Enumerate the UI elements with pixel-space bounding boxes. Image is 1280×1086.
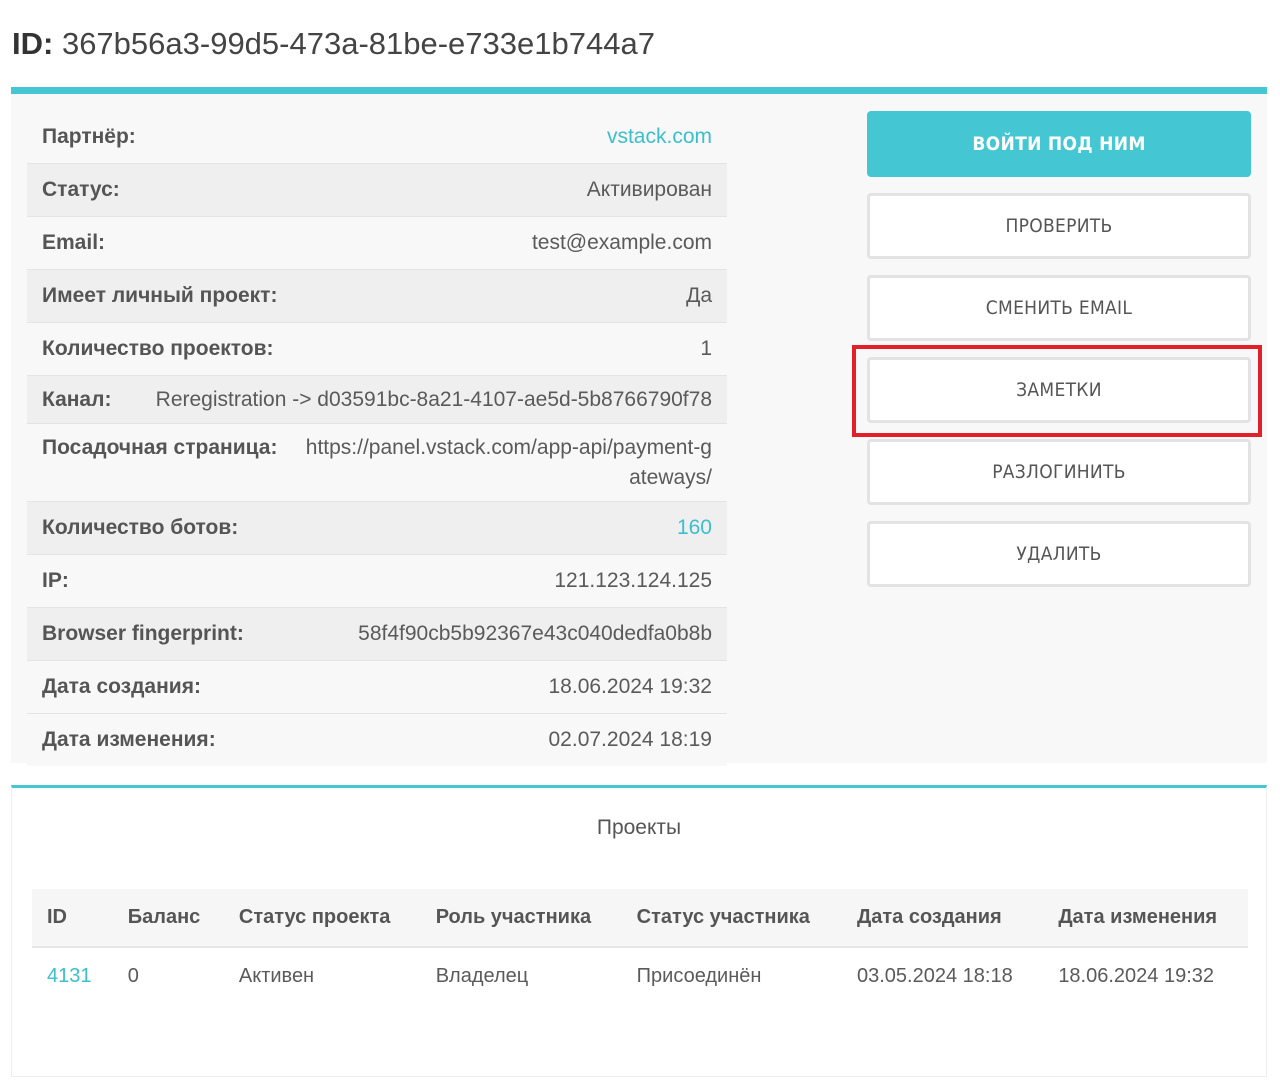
partner-link[interactable]: vstack.com	[607, 122, 712, 152]
row-label: IP:	[42, 569, 69, 592]
row-value: test@example.com	[531, 231, 712, 254]
table-cell: Присоединён	[636, 965, 762, 987]
column-header-member-status: Статус участника	[621, 889, 842, 948]
projects-table: ID Баланс Статус проекта Роль участника …	[32, 889, 1248, 1005]
column-header-id: ID	[32, 889, 113, 948]
info-row-ip: IP: 121.123.124.125	[27, 555, 727, 608]
info-row-personal-project: Имеет личный проект: Да	[27, 270, 727, 323]
table-header-row: ID Баланс Статус проекта Роль участника …	[32, 889, 1248, 948]
row-label: Email:	[42, 231, 106, 254]
info-row-email: Email: test@example.com	[27, 217, 727, 270]
info-row-partner: Партнёр: vstack.com	[27, 111, 727, 164]
projects-panel: Проекты ID Баланс Статус проекта Роль уч…	[11, 785, 1267, 1077]
row-value: Активирован	[586, 178, 712, 201]
column-header-member-role: Роль участника	[420, 889, 622, 948]
row-label: Посадочная страница:	[42, 436, 278, 459]
row-value: https://panel.vstack.com/app-api/payment…	[305, 436, 712, 489]
row-value: 1	[700, 337, 712, 360]
info-row-created: Дата создания: 18.06.2024 19:32	[27, 661, 727, 714]
info-row-channel: Канал: Reregistration -> d03591bc-8a21-4…	[27, 376, 727, 424]
row-value: 18.06.2024 19:32	[548, 675, 713, 698]
row-label: Имеет личный проект:	[42, 284, 278, 307]
table-row: 4131 0 Активен Владелец Присоединён 03.0…	[32, 947, 1248, 1005]
info-row-status: Статус: Активирован	[27, 164, 727, 217]
project-id-link[interactable]: 4131	[32, 947, 113, 1005]
column-header-balance: Баланс	[112, 889, 224, 948]
row-label: Канал:	[42, 388, 112, 411]
row-label: Количество проектов:	[42, 337, 274, 360]
row-value: 121.123.124.125	[554, 569, 712, 592]
column-header-modified: Дата изменения	[1043, 889, 1248, 948]
row-value: 02.07.2024 18:19	[548, 728, 713, 751]
table-cell: 0	[127, 965, 139, 987]
row-value: Reregistration -> d03591bc-8a21-4107-ae5…	[155, 388, 712, 411]
row-label: Статус:	[42, 178, 120, 201]
row-label: Партнёр:	[42, 125, 136, 148]
row-label: Количество ботов:	[42, 516, 239, 539]
bot-count-link[interactable]: 160	[677, 513, 712, 543]
column-header-created: Дата создания	[842, 889, 1044, 948]
row-label: Дата создания:	[42, 675, 201, 698]
info-row-landing-page: Посадочная страница: https://panel.vstac…	[27, 424, 727, 502]
delete-button[interactable]: УДАЛИТЬ	[867, 521, 1251, 587]
notes-button[interactable]: ЗАМЕТКИ	[867, 357, 1251, 423]
user-id-value: 367b56a3-99d5-473a-81be-e733e1b744a7	[61, 26, 655, 61]
page-title: ID: 367b56a3-99d5-473a-81be-e733e1b744a7	[12, 26, 655, 62]
actions-panel: ВОЙТИ ПОД НИМ ПРОВЕРИТЬ СМЕНИТЬ EMAIL ЗА…	[867, 111, 1251, 603]
row-value: Да	[686, 284, 712, 307]
id-label: ID:	[12, 26, 54, 61]
change-email-button[interactable]: СМЕНИТЬ EMAIL	[867, 275, 1251, 341]
check-button[interactable]: ПРОВЕРИТЬ	[867, 193, 1251, 259]
info-row-bot-count: Количество ботов: 160	[27, 502, 727, 555]
login-as-button[interactable]: ВОЙТИ ПОД НИМ	[867, 111, 1251, 177]
projects-title: Проекты	[596, 816, 682, 839]
info-row-modified: Дата изменения: 02.07.2024 18:19	[27, 714, 727, 766]
info-row-project-count: Количество проектов: 1	[27, 323, 727, 376]
column-header-project-status: Статус проекта	[223, 889, 421, 948]
user-info-table: Партнёр: vstack.com Статус: Активирован …	[27, 111, 727, 766]
row-label: Дата изменения:	[42, 728, 216, 751]
row-label: Browser fingerprint:	[42, 622, 244, 645]
table-cell: Активен	[238, 965, 315, 987]
user-details-panel: Партнёр: vstack.com Статус: Активирован …	[11, 87, 1267, 766]
table-cell: Владелец	[435, 965, 529, 987]
table-cell: 03.05.2024 18:18	[857, 965, 1013, 987]
logout-button[interactable]: РАЗЛОГИНИТЬ	[867, 439, 1251, 505]
info-row-fingerprint: Browser fingerprint: 58f4f90cb5b92367e43…	[27, 608, 727, 661]
row-value: 58f4f90cb5b92367e43c040dedfa0b8b	[358, 622, 712, 645]
table-cell: 18.06.2024 19:32	[1058, 965, 1215, 987]
